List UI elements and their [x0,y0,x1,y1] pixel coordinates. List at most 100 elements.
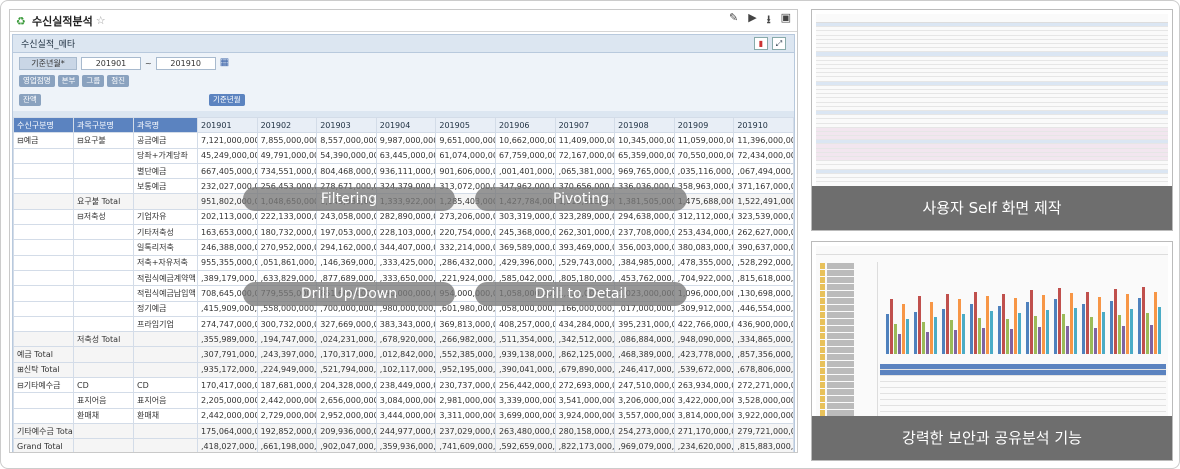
self-screen-panel: 사용자 Self 화면 제작 [811,9,1173,231]
expand-icon[interactable]: ⤢ [772,37,786,50]
row-dim-2[interactable] [73,178,134,195]
row-dim-2[interactable] [73,346,134,363]
filter-chip[interactable]: 그룹 [82,75,105,87]
row-dim-1[interactable] [13,254,74,271]
tree-item [820,319,877,325]
filter-chip[interactable]: 영업점명 [19,75,55,87]
value-cell: ,939,138,000,000 [494,346,556,363]
bar-group [1138,287,1161,354]
row-dimension-header[interactable]: 과목명 [133,116,198,134]
period-from-input[interactable]: 201901 [81,56,141,70]
row-dim-2[interactable] [73,315,134,333]
bar [1038,327,1041,354]
row-dim-2[interactable] [73,147,134,164]
row-dim-2[interactable]: ⊟저축성 [73,208,134,226]
row-dim-1[interactable] [13,162,74,180]
row-dim-1[interactable] [13,147,74,164]
save-icon[interactable]: ▣ [781,11,791,30]
bar-group [886,299,909,354]
row-dim-2[interactable] [73,162,134,180]
bar [1082,304,1085,354]
row-dim-2[interactable] [73,422,134,440]
row-dim-1[interactable] [13,315,74,333]
tree-item [820,263,877,269]
row-dim-1[interactable] [13,178,74,195]
row-dim-2[interactable] [73,254,134,271]
period-to-input[interactable]: 201910 [155,56,216,70]
row-dim-1[interactable] [13,392,74,409]
row-dim-1[interactable] [13,285,74,302]
value-cell: ,146,369,000,000 [316,254,377,271]
row-dim-2[interactable] [73,285,134,302]
tree-item [820,305,877,311]
row-dim-2[interactable]: ⊟요구불 [73,132,134,149]
row-dim-2[interactable] [73,239,134,256]
row-dim-1[interactable] [13,331,74,348]
value-cell: ,390,041,000,000 [494,361,556,379]
edit-icon[interactable]: ✎ [729,11,738,30]
row-dim-1[interactable]: 기타예수금 Total [13,422,74,440]
value-cell: 263,934,000,000 [673,377,735,394]
measure-chip[interactable]: 잔액 [19,94,41,106]
table-row: 기타저축성163,653,000,000180,732,000,000197,0… [13,224,794,241]
filter-chip[interactable]: 본부 [57,75,80,87]
row-dim-1[interactable]: ⊟예금 [13,132,74,149]
value-cell: ,286,432,000,000 [435,254,496,271]
value-cell: 2,981,000,000 [435,392,496,409]
row-dim-1[interactable] [13,300,74,317]
value-cell: 245,368,000,000 [494,224,556,241]
run-icon[interactable]: ▶ [748,11,756,30]
bar [1010,329,1013,354]
feature-collage: ♻ 수신실적분석 ☆ ✎ ▶ ⭳ ▣ 수신실적_메타 ▮ ⤢ 기준년월* 201… [0,0,1180,469]
row-dim-2[interactable]: 요구불 Total [73,193,134,210]
row-dim-1[interactable]: Grand Total [13,438,74,452]
value-cell: ,102,117,000,000 [375,361,437,379]
calendar-icon[interactable]: ▦ [220,57,232,69]
table-row: 당좌+가계당좌45,249,000,00049,791,000,00054,39… [13,147,794,164]
row-dim-2[interactable] [73,300,134,317]
row-dim-1[interactable] [13,224,74,241]
row-dim-2[interactable] [73,438,134,452]
row-dim-1[interactable] [13,269,74,287]
download-icon[interactable]: ⭳ [767,11,771,30]
row-dim-1[interactable] [13,407,74,424]
row-dimension-header[interactable]: 수신구분명 [13,116,74,134]
value-cell: ,266,982,000,000 [435,331,496,348]
row-dim-2[interactable] [73,224,134,241]
row-dim-2[interactable]: 표지어음 [73,392,134,409]
row-dim-2[interactable]: 저축성 Total [73,331,134,348]
value-cell: 734,551,000,000 [256,162,318,180]
row-dim-2[interactable] [73,361,134,379]
row-dim-1[interactable]: ⊟기타예수금 [13,377,74,394]
value-cell: 294,162,000,000 [316,239,377,256]
row-dim-2[interactable]: CD [73,377,134,394]
bar [922,322,925,354]
row-dim-2[interactable]: 환매채 [73,407,134,424]
row-dim-2[interactable] [73,269,134,287]
value-cell: ,035,116,000,000 [673,162,735,180]
row-dim-1[interactable]: 예금 Total [13,346,74,363]
bar [906,319,909,354]
row-dim-3: 저축+자유저축 [133,254,198,271]
column-dimension-chip[interactable]: 기준년월 [209,94,245,106]
value-cell: 1,522,491,000,000 [733,193,794,210]
row-dim-1[interactable]: ⊞신탁 Total [13,361,74,379]
value-cell: 72,167,000,000 [554,147,616,164]
value-cell: ,170,317,000,000 [316,346,377,363]
row-dim-1[interactable] [13,208,74,226]
row-dim-1[interactable] [13,239,74,256]
row-dimension-header[interactable]: 과목구분명 [73,116,134,134]
value-cell: ,511,354,000,000 [494,331,556,348]
table-preview [880,364,1166,416]
chart-icon[interactable]: ▮ [754,37,768,50]
table-row: 예금 Total ,307,791,000,000,243,397,000,000… [13,346,794,363]
value-cell: 3,541,000,000 [554,392,616,409]
row-dim-3 [133,422,198,440]
row-dim-1[interactable] [13,193,74,210]
filter-chip[interactable]: 점진 [107,75,130,87]
value-cell: ,661,198,000,000 [256,438,318,452]
tree-item [820,326,877,332]
favorite-star-icon[interactable]: ☆ [96,14,106,27]
value-cell: 9,651,000,000 [435,132,496,149]
value-cell: ,678,920,000,000 [375,331,437,348]
